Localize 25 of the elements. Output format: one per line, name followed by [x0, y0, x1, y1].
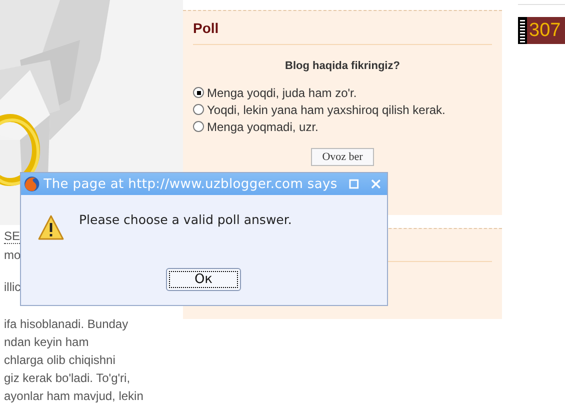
body-text-line: ndan keyin ham [4, 334, 89, 351]
option-label: Yoqdi, lekin yana ham yaxshiroq qilish kerak. [207, 102, 446, 116]
option-label: Menga yoqdi, juda ham zo'r. [207, 86, 357, 100]
body-text-line: chlarga olib chiqishni [4, 352, 116, 369]
body-text-line: ifa hisoblanadi. Bunday [4, 316, 128, 333]
radio-button[interactable] [193, 87, 204, 98]
poll-title: Poll [193, 19, 220, 38]
maximize-icon[interactable] [349, 179, 360, 189]
counter-strip-icon [518, 17, 527, 44]
dialog-title: The page at http://www.uzblogger.com says [44, 176, 338, 192]
radio-button[interactable] [193, 104, 204, 115]
ok-button[interactable]: Oк [166, 268, 241, 291]
body-text-line: ayonlar ham mavjud, lekin [4, 388, 144, 405]
body-text-line: giz kerak bo'ladi. To'g'ri, [4, 370, 130, 387]
body-text-line: mo [4, 247, 21, 264]
warning-icon [38, 215, 64, 241]
counter-value: 307 [528, 19, 561, 43]
dialog-message: Please choose a valid poll answer. [79, 211, 292, 227]
poll-question: Blog haqida fikringiz? [284, 60, 401, 72]
browser-icon [24, 176, 40, 192]
close-icon[interactable] [371, 179, 382, 189]
radio-button[interactable] [193, 121, 204, 132]
body-text-line: illic [4, 279, 21, 296]
option-label: Menga yoqmadi, uzr. [207, 120, 318, 134]
vote-button[interactable]: Ovoz ber [311, 148, 374, 166]
